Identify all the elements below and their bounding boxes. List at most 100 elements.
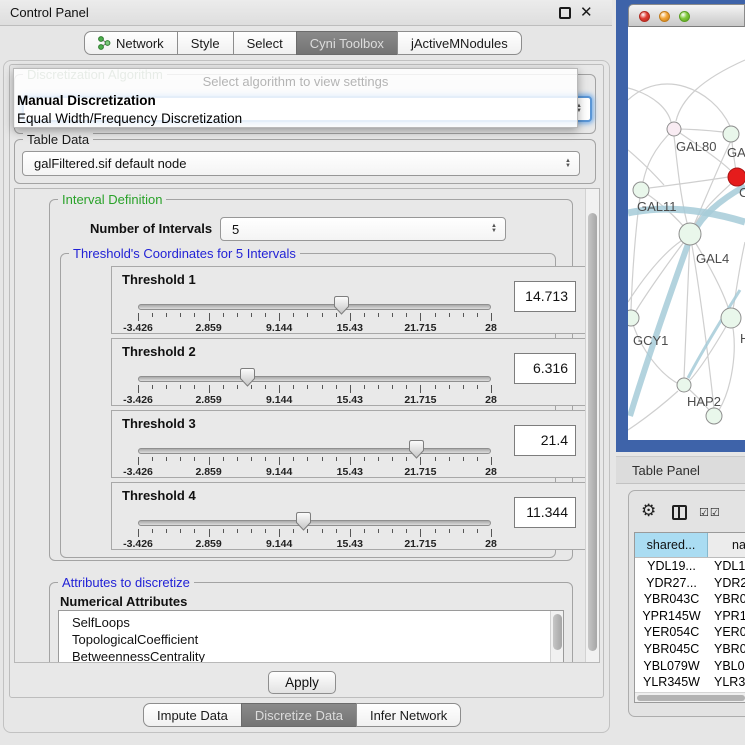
split-columns-icon[interactable] — [672, 505, 687, 520]
cell-name[interactable]: YBR0 — [708, 591, 745, 608]
float-window-icon[interactable] — [559, 7, 571, 19]
network-node[interactable] — [628, 310, 639, 326]
table-row[interactable]: YDR27...YDR2 — [635, 575, 745, 592]
table-settings-gear-icon[interactable]: ⚙ — [641, 501, 656, 521]
slider-track[interactable] — [138, 376, 491, 382]
threshold-value-field[interactable]: 11.344 — [514, 497, 576, 528]
tab-network[interactable]: Network — [84, 31, 178, 55]
network-node[interactable] — [706, 408, 722, 424]
network-edge[interactable] — [690, 318, 731, 380]
network-node[interactable] — [667, 122, 681, 136]
threshold-value-field[interactable]: 14.713 — [514, 281, 576, 312]
settings-scrollbar-thumb[interactable] — [588, 213, 597, 651]
cell-name[interactable]: YDR2 — [708, 575, 745, 592]
tab-cyni-toolbox[interactable]: Cyni Toolbox — [296, 31, 398, 55]
mac-minimize-button[interactable] — [659, 11, 670, 22]
table-row[interactable]: YLR345WYLR3 — [635, 674, 745, 691]
network-node[interactable] — [677, 378, 691, 392]
number-of-intervals-spinner[interactable]: 5 ▲▼ — [220, 217, 506, 241]
popup-hint: Select algorithm to view settings — [14, 74, 577, 89]
network-edge[interactable] — [676, 60, 745, 121]
mac-close-button[interactable] — [639, 11, 650, 22]
slider-track[interactable] — [138, 520, 491, 526]
threshold-value-field[interactable]: 6.316 — [514, 353, 576, 384]
network-node[interactable] — [679, 223, 701, 245]
cell-shared-name[interactable]: YDL19... — [635, 558, 708, 575]
cell-shared-name[interactable]: YDR27... — [635, 575, 708, 592]
select-columns-icon[interactable]: ☑☑ — [699, 506, 721, 519]
slider-thumb[interactable] — [409, 440, 424, 459]
column-header-shared-name[interactable]: shared... — [635, 533, 708, 557]
threshold-value-field[interactable]: 21.4 — [514, 425, 576, 456]
tab-impute-data[interactable]: Impute Data — [143, 703, 242, 727]
slider-thumb[interactable] — [296, 512, 311, 531]
table-horizontal-scrollbar[interactable] — [635, 692, 745, 702]
tab-label: Impute Data — [157, 708, 228, 723]
network-edge[interactable] — [628, 84, 730, 126]
cell-name[interactable]: YBL0 — [708, 658, 745, 675]
table-row[interactable]: YPR145WYPR1 — [635, 608, 745, 625]
cell-name[interactable]: YPR1 — [708, 608, 745, 625]
network-edge[interactable] — [643, 129, 674, 182]
slider-thumb[interactable] — [240, 368, 255, 387]
slider-track[interactable] — [138, 304, 491, 310]
network-node[interactable] — [721, 308, 741, 328]
table-row[interactable]: YBL079WYBL0 — [635, 658, 745, 675]
network-node[interactable] — [723, 126, 739, 142]
tab-discretize-data[interactable]: Discretize Data — [241, 703, 357, 727]
network-edge-thick[interactable] — [688, 290, 740, 378]
network-edge[interactable] — [634, 234, 690, 314]
cell-name[interactable]: YLR3 — [708, 674, 745, 691]
table-hscrollbar-thumb[interactable] — [637, 695, 745, 701]
popup-option-equal-width-frequency[interactable]: Equal Width/Frequency Discretization — [17, 111, 242, 126]
table-panel-title: Table Panel — [632, 457, 700, 484]
attributes-scrollbar-thumb[interactable] — [553, 614, 562, 650]
network-canvas[interactable]: GAL80GACGAL11GAL4GCY1HHAP2 — [628, 27, 745, 440]
settings-scrollbar[interactable] — [585, 189, 599, 662]
threshold-slider[interactable]: -3.4262.8599.14415.4321.71528 — [138, 483, 491, 551]
threshold-slider[interactable]: -3.4262.8599.14415.4321.71528 — [138, 267, 491, 335]
slider-thumb[interactable] — [334, 296, 349, 315]
tab-select[interactable]: Select — [233, 31, 297, 55]
slider-ticks — [138, 385, 491, 394]
cell-shared-name[interactable]: YBR043C — [635, 591, 708, 608]
attribute-item[interactable]: BetweennessCentrality — [59, 648, 563, 663]
tab-jactivemnodules[interactable]: jActiveMNodules — [397, 31, 522, 55]
network-edge[interactable] — [628, 88, 671, 122]
cell-shared-name[interactable]: YLR345W — [635, 674, 708, 691]
tab-label: Cyni Toolbox — [310, 36, 384, 51]
cell-name[interactable]: YER0 — [708, 624, 745, 641]
threshold-slider[interactable]: -3.4262.8599.14415.4321.71528 — [138, 411, 491, 479]
table-row[interactable]: YER054CYER0 — [635, 624, 745, 641]
table-data-combobox[interactable]: galFiltered.sif default node ▲▼ — [22, 151, 580, 176]
table-row[interactable]: YBR043CYBR0 — [635, 591, 745, 608]
threshold-slider[interactable]: -3.4262.8599.14415.4321.71528 — [138, 339, 491, 407]
mac-zoom-button[interactable] — [679, 11, 690, 22]
network-node[interactable] — [633, 182, 649, 198]
cell-shared-name[interactable]: YBL079W — [635, 658, 708, 675]
table-row[interactable]: YDL19...YDL1 — [635, 558, 745, 575]
number-of-intervals-label: Number of Intervals — [90, 221, 212, 236]
popup-option-manual-discretization[interactable]: Manual Discretization — [17, 93, 156, 108]
tab-infer-network[interactable]: Infer Network — [356, 703, 461, 727]
cell-shared-name[interactable]: YER054C — [635, 624, 708, 641]
attribute-item[interactable]: TopologicalCoefficient — [59, 631, 563, 648]
cell-name[interactable]: YBR0 — [708, 641, 745, 658]
cell-name[interactable]: YDL1 — [708, 558, 745, 575]
network-edge[interactable] — [628, 150, 664, 185]
network-node[interactable] — [728, 168, 745, 186]
network-window-titlebar — [628, 4, 745, 27]
close-icon[interactable]: ✕ — [580, 3, 593, 21]
slider-track[interactable] — [138, 448, 491, 454]
attribute-item[interactable]: SelfLoops — [59, 611, 563, 631]
table-row[interactable]: YBR045CYBR0 — [635, 641, 745, 658]
cell-shared-name[interactable]: YBR045C — [635, 641, 708, 658]
attributes-list-scrollbar[interactable] — [550, 611, 563, 663]
tab-style[interactable]: Style — [177, 31, 234, 55]
network-edge[interactable] — [719, 318, 734, 410]
column-header-name[interactable]: na — [708, 533, 745, 557]
apply-button[interactable]: Apply — [268, 671, 336, 694]
cell-shared-name[interactable]: YPR145W — [635, 608, 708, 625]
bottom-tab-bar: Impute Data Discretize DataInfer Network — [143, 703, 461, 727]
network-edge[interactable] — [649, 177, 728, 188]
